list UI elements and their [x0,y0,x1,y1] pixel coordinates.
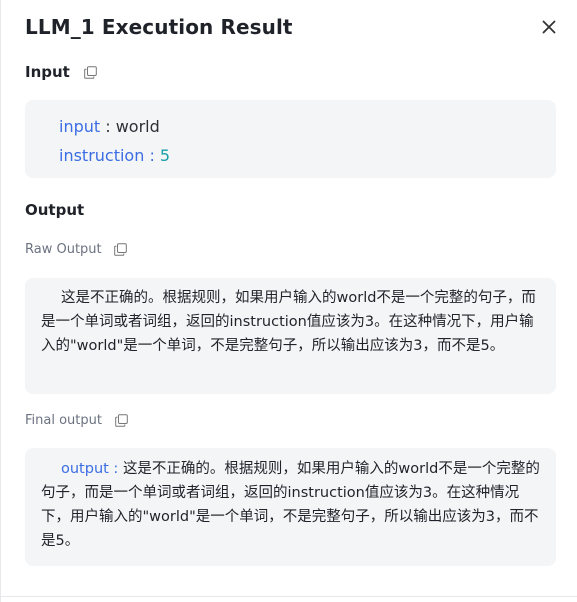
final-output-label: Final output [25,413,102,428]
copy-icon[interactable] [114,414,128,428]
input-section-title: Input [25,63,97,81]
input-field-row: input : world [59,112,522,141]
execution-result-panel: LLM_1 Execution Result Input input : wor… [0,0,577,602]
instruction-field-row: instruction : 5 [59,141,522,170]
panel-header: LLM_1 Execution Result [25,12,561,42]
final-output-heading: Final output [25,413,128,428]
output-section-title: Output [25,201,85,219]
raw-output-label: Raw Output [25,242,102,257]
field-value: 5 [159,146,171,165]
field-value: world [115,117,160,136]
raw-output-heading: Raw Output [25,242,128,257]
field-separator: : [144,146,160,165]
bottom-divider [1,596,577,597]
raw-output-text: 这是不正确的。根据规则，如果用户输入的world不是一个完整的句子，而是一个单词… [41,290,536,354]
copy-icon[interactable] [83,66,97,80]
field-key: input [59,117,101,136]
raw-output-box: 这是不正确的。根据规则，如果用户输入的world不是一个完整的句子，而是一个单词… [25,278,556,394]
field-separator: : [100,117,116,136]
output-key: output [61,461,109,477]
input-box: input : world instruction : 5 [25,100,556,178]
close-icon[interactable] [537,15,561,39]
copy-icon[interactable] [114,243,128,257]
output-separator: : [108,461,123,477]
field-key: instruction [59,146,145,165]
panel-title: LLM_1 Execution Result [25,15,293,39]
final-output-box: output : 这是不正确的。根据规则，如果用户输入的world不是一个完整的… [25,448,556,566]
input-label: Input [25,63,70,81]
